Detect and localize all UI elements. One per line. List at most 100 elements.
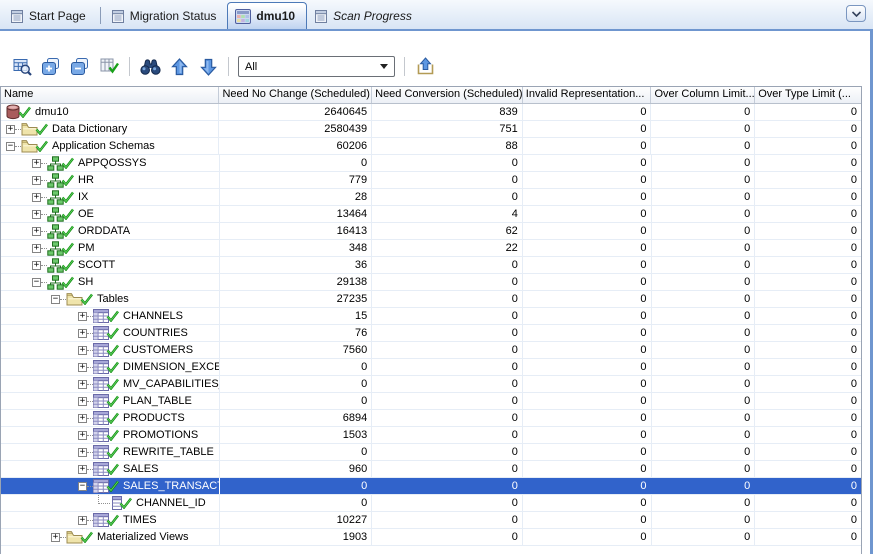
value-cell[interactable]: 0: [755, 240, 861, 256]
tree-expander-toggle[interactable]: +: [78, 346, 87, 355]
value-cell[interactable]: 0: [755, 291, 861, 307]
tab-scan-progress[interactable]: Scan Progress: [307, 5, 423, 29]
value-cell[interactable]: 0: [523, 138, 652, 154]
tree-expander-toggle[interactable]: +: [51, 533, 60, 542]
value-cell[interactable]: 0: [523, 104, 652, 120]
value-cell[interactable]: 0: [523, 478, 652, 494]
value-cell[interactable]: 779: [220, 172, 373, 188]
value-cell[interactable]: 0: [372, 274, 523, 290]
table-row-appqossys[interactable]: + APPQOSSYS 00000: [1, 155, 861, 172]
column-header-need-conversion-scheduled[interactable]: Need Conversion (Scheduled): [372, 87, 523, 103]
table-row-sh[interactable]: − SH 291380000: [1, 274, 861, 291]
tree-expander-toggle[interactable]: +: [78, 414, 87, 423]
table-row-orddata[interactable]: + ORDDATA 1641362000: [1, 223, 861, 240]
value-cell[interactable]: 0: [755, 325, 861, 341]
tree-name-cell[interactable]: + DIMENSION_EXCEPTIONS: [1, 359, 220, 375]
tree-expander-toggle[interactable]: +: [78, 448, 87, 457]
value-cell[interactable]: 1903: [220, 529, 373, 545]
value-cell[interactable]: 960: [220, 461, 373, 477]
tree-expander-toggle[interactable]: +: [32, 227, 41, 236]
value-cell[interactable]: 0: [523, 308, 652, 324]
value-cell[interactable]: 15: [220, 308, 373, 324]
tree-name-cell[interactable]: + Data Dictionary: [1, 121, 219, 137]
tab-migration-status[interactable]: Migration Status: [104, 5, 228, 29]
table-row-scott[interactable]: + SCOTT 360000: [1, 257, 861, 274]
value-cell[interactable]: 0: [523, 461, 652, 477]
value-cell[interactable]: 0: [755, 206, 861, 222]
tree-name-cell[interactable]: + CUSTOMERS: [1, 342, 220, 358]
tree-name-cell[interactable]: + COUNTRIES: [1, 325, 220, 341]
tree-name-cell[interactable]: + PLAN_TABLE: [1, 393, 220, 409]
value-cell[interactable]: 0: [652, 325, 756, 341]
value-cell[interactable]: 0: [372, 155, 523, 171]
value-cell[interactable]: 0: [652, 478, 756, 494]
value-cell[interactable]: 0: [652, 240, 756, 256]
value-cell[interactable]: 28: [220, 189, 373, 205]
value-cell[interactable]: 0: [652, 495, 756, 511]
tree-expander-toggle[interactable]: −: [6, 142, 15, 151]
value-cell[interactable]: 0: [755, 308, 861, 324]
value-cell[interactable]: 0: [755, 342, 861, 358]
value-cell[interactable]: 0: [755, 274, 861, 290]
value-cell[interactable]: 2580439: [219, 121, 372, 137]
tree-name-cell[interactable]: − Application Schemas: [1, 138, 219, 154]
collapse-all-button[interactable]: [69, 56, 91, 77]
column-header-over-type-limit[interactable]: Over Type Limit (...: [755, 87, 861, 103]
table-row-sales-transactions-ext[interactable]: − SALES_TRANSACTIONS_EXT 00000: [1, 478, 861, 495]
tree-expander-toggle[interactable]: +: [32, 159, 41, 168]
tree-name-cell[interactable]: dmu10: [1, 104, 219, 120]
value-cell[interactable]: 0: [755, 257, 861, 273]
value-cell[interactable]: 0: [755, 376, 861, 392]
table-row-channel-id[interactable]: CHANNEL_ID 00000: [1, 495, 861, 512]
value-cell[interactable]: 0: [651, 138, 755, 154]
value-cell[interactable]: 0: [523, 342, 652, 358]
value-cell[interactable]: 0: [220, 393, 373, 409]
value-cell[interactable]: 0: [372, 393, 523, 409]
tree-name-cell[interactable]: + MV_CAPABILITIES_TABLE: [1, 376, 220, 392]
table-row-tables[interactable]: − Tables 272350000: [1, 291, 861, 308]
value-cell[interactable]: 0: [523, 512, 652, 528]
value-cell[interactable]: 0: [372, 376, 523, 392]
value-cell[interactable]: 0: [755, 189, 861, 205]
value-cell[interactable]: 0: [372, 325, 523, 341]
value-cell[interactable]: 0: [755, 529, 861, 545]
table-row-hr[interactable]: + HR 7790000: [1, 172, 861, 189]
tree-name-cell[interactable]: + CHANNELS: [1, 308, 220, 324]
tree-expander-toggle[interactable]: +: [32, 210, 41, 219]
value-cell[interactable]: 0: [755, 172, 861, 188]
value-cell[interactable]: 0: [652, 274, 756, 290]
value-cell[interactable]: 0: [523, 291, 652, 307]
value-cell[interactable]: 0: [523, 206, 652, 222]
value-cell[interactable]: 0: [755, 495, 861, 511]
value-cell[interactable]: 0: [372, 512, 523, 528]
find-previous-button[interactable]: [168, 56, 190, 77]
tree-expander-toggle[interactable]: +: [78, 465, 87, 474]
column-header-invalid-representation[interactable]: Invalid Representation...: [523, 87, 652, 103]
value-cell[interactable]: 0: [755, 478, 861, 494]
table-row-customers[interactable]: + CUSTOMERS 75600000: [1, 342, 861, 359]
value-cell[interactable]: 0: [652, 257, 756, 273]
value-cell[interactable]: 2640645: [219, 104, 372, 120]
table-row-channels[interactable]: + CHANNELS 150000: [1, 308, 861, 325]
value-cell[interactable]: 0: [372, 444, 523, 460]
tree-name-cell[interactable]: CHANNEL_ID: [1, 495, 220, 511]
value-cell[interactable]: 0: [372, 529, 523, 545]
filter-combobox[interactable]: All: [238, 56, 395, 77]
value-cell[interactable]: 0: [523, 393, 652, 409]
scan-report-button[interactable]: [11, 56, 33, 77]
value-cell[interactable]: 1503: [220, 427, 373, 443]
tree-name-cell[interactable]: + PM: [1, 240, 220, 256]
value-cell[interactable]: 0: [652, 512, 756, 528]
tree-name-cell[interactable]: + SCOTT: [1, 257, 220, 273]
value-cell[interactable]: 0: [652, 308, 756, 324]
value-cell[interactable]: 0: [652, 223, 756, 239]
value-cell[interactable]: 0: [523, 444, 652, 460]
tree-expander-toggle[interactable]: +: [78, 397, 87, 406]
value-cell[interactable]: 0: [523, 240, 652, 256]
value-cell[interactable]: 0: [523, 495, 652, 511]
value-cell[interactable]: 0: [523, 172, 652, 188]
value-cell[interactable]: 0: [220, 495, 373, 511]
tree-name-cell[interactable]: + IX: [1, 189, 220, 205]
value-cell[interactable]: 0: [652, 461, 756, 477]
value-cell[interactable]: 0: [652, 427, 756, 443]
